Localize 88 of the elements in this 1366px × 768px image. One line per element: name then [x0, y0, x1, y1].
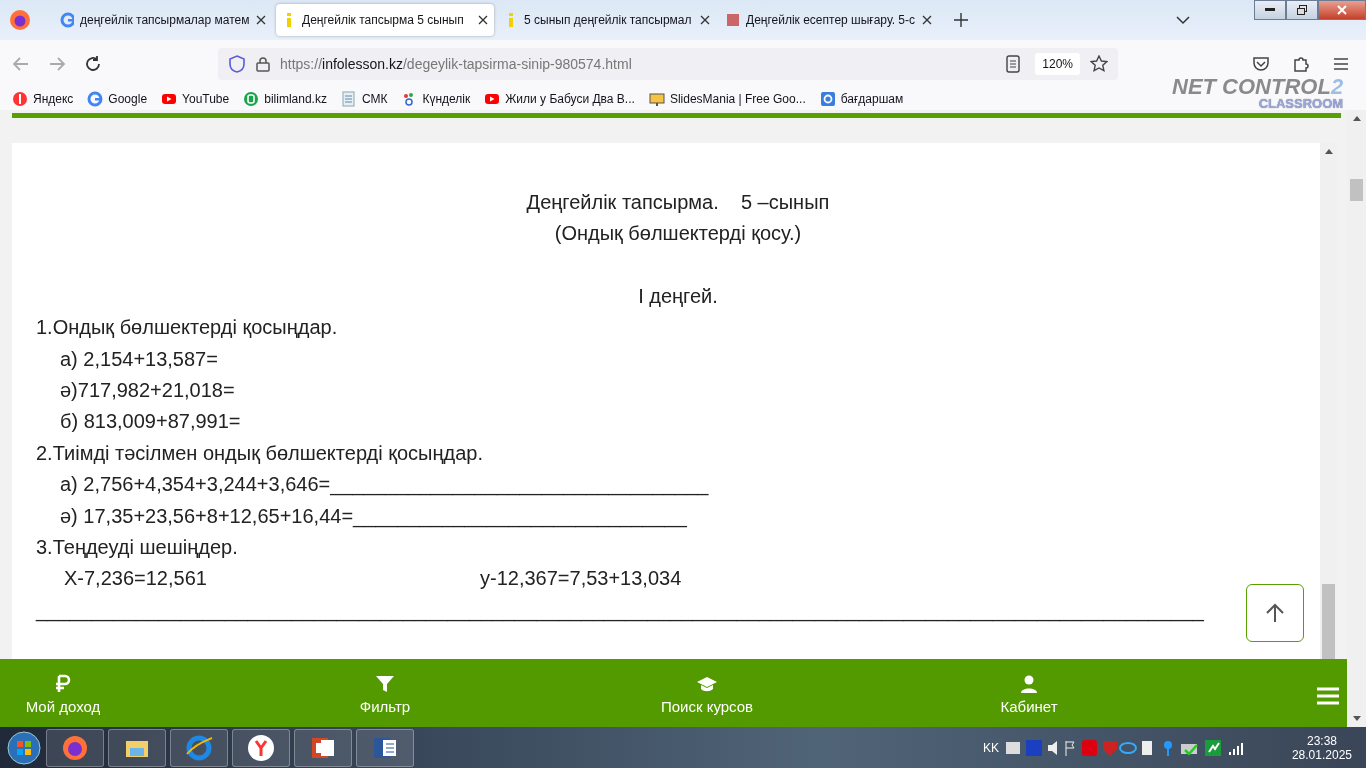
bookmark-link[interactable]: Google	[87, 91, 148, 107]
task-text: 3.Теңдеуді шешіңдер.	[36, 535, 238, 561]
browser-tab[interactable]: 5 сынып деңгейлік тапсырмал	[498, 4, 716, 36]
app-icon	[185, 733, 213, 762]
scroll-thumb[interactable]	[1322, 584, 1335, 659]
lock-icon[interactable]	[256, 56, 270, 72]
puzzle-icon[interactable]	[1292, 55, 1310, 73]
bookmark-link[interactable]: bilimland.kz	[243, 91, 327, 107]
exercise-text: а) 2,154+13,587=	[59, 346, 218, 372]
bookmark-link[interactable]: бағдаршам	[819, 91, 904, 107]
favicon-icon	[87, 91, 104, 107]
nav-item[interactable]: Фильтр	[322, 674, 448, 715]
task-text: _________________________________________________________________________________________________________	[36, 597, 1204, 624]
close-icon[interactable]	[478, 15, 488, 25]
document-title: (Ондық бөлшектерді қосу.)	[553, 221, 803, 247]
chevron-down-icon[interactable]	[1176, 15, 1190, 25]
browser-tab[interactable]: Деңгейлік тапсырма 5 сынып	[276, 4, 494, 36]
taskbar-app-button[interactable]	[170, 728, 228, 767]
favicon-icon	[243, 91, 260, 107]
shield-icon[interactable]	[228, 55, 246, 73]
document-title: Деңгейлік тапсырма. 5 –сынып	[525, 190, 831, 215]
nav-item[interactable]: Кабинет	[966, 674, 1092, 715]
language-indicator[interactable]: KK	[982, 740, 999, 755]
bookmark-link[interactable]: Жили у Бабуси Два В...	[484, 91, 635, 107]
favicon-icon	[726, 12, 740, 28]
taskbar-app-button[interactable]	[232, 728, 290, 767]
user-icon	[1019, 674, 1039, 694]
favicon-icon	[340, 91, 357, 107]
filter-icon	[375, 674, 395, 694]
taskbar-app-button[interactable]	[46, 728, 104, 767]
bookmark-link[interactable]: Күнделік	[401, 91, 471, 107]
exercise-text: а) 2,756+4,354+3,244+3,646=__________________________________	[59, 472, 709, 498]
browser-tab[interactable]: Деңгейлік есептер шығару. 5-с	[720, 4, 938, 36]
favicon-icon	[484, 91, 501, 107]
favicon-icon	[819, 91, 836, 107]
browser-tab[interactable]: деңгейлік тапсырмалар матем	[54, 4, 272, 36]
close-icon[interactable]	[256, 15, 266, 25]
app-icon	[247, 733, 275, 762]
bookmark-link[interactable]: YouTube	[161, 91, 230, 107]
bookmark-link[interactable]: SlidesMania | Free Goo...	[648, 91, 806, 107]
minimize-button[interactable]	[1254, 0, 1286, 20]
menu-icon[interactable]	[1332, 55, 1350, 73]
exercise-text: ә) 17,35+23,56+8+12,65+16,44=______________________________	[59, 503, 687, 530]
favicon-icon	[12, 91, 28, 107]
close-icon[interactable]	[922, 15, 932, 25]
zoom-level-button[interactable]: 120%	[1035, 53, 1080, 75]
new-tab-icon[interactable]	[954, 13, 968, 27]
minimize-icon	[1265, 8, 1275, 12]
star-icon[interactable]	[1090, 55, 1108, 73]
favicon-icon	[648, 91, 665, 107]
scroll-to-top-button[interactable]	[1246, 584, 1304, 642]
restore-button[interactable]	[1286, 0, 1318, 20]
overlay-logo-subtitle: CLASSROOM	[1258, 96, 1344, 111]
arrow-up-icon	[1264, 602, 1286, 624]
level-heading: I деңгей.	[637, 283, 719, 309]
nav-item[interactable]: Поиск курсов	[644, 674, 770, 715]
bookmark-link[interactable]: СМК	[340, 91, 388, 107]
pocket-icon[interactable]	[1252, 55, 1270, 73]
exercise-text: б) 813,009+87,991=	[59, 409, 241, 435]
taskbar-app-button[interactable]	[356, 728, 414, 767]
start-button[interactable]	[6, 729, 42, 766]
taskbar-app-button[interactable]	[294, 728, 352, 767]
bookmark-link[interactable]: Яндекс	[12, 91, 74, 107]
close-icon[interactable]	[700, 15, 710, 25]
nav-item[interactable]: Мой доход	[0, 674, 126, 715]
graduation-cap-icon	[697, 674, 717, 694]
equation-text: у-12,367=7,53+13,034	[480, 566, 682, 592]
exercise-text: ә)717,982+21,018=	[59, 378, 235, 404]
close-button[interactable]	[1318, 0, 1366, 20]
overlay-logo-text: NET CONTROL2	[1172, 74, 1344, 99]
scroll-thumb[interactable]	[1350, 179, 1363, 201]
close-icon	[1337, 5, 1347, 15]
favicon-icon	[161, 91, 178, 107]
menu-icon[interactable]	[1317, 687, 1339, 705]
task-text: 1.Ондық бөлшектерді қосыңдар.	[36, 315, 338, 341]
clock-time[interactable]: 23:38	[1306, 733, 1337, 748]
reader-view-icon[interactable]	[1005, 55, 1022, 73]
taskbar-app-button[interactable]	[108, 728, 166, 767]
address-bar[interactable]: https://infolesson.kz/degeylik-tapsirma-sinip-980574.html 120%	[218, 48, 1118, 80]
task-text: 2.Тиімді тәсілмен ондық бөлшектерді қосыңдар.	[36, 440, 483, 466]
restore-icon	[1297, 5, 1307, 15]
url-text: https://infolesson.kz/degeylik-tapsirma-sinip-980574.html	[280, 56, 632, 72]
browser-logo-icon[interactable]	[8, 8, 32, 32]
equation-text: Х-7,236=12,561	[64, 566, 208, 592]
ruble-icon	[53, 674, 73, 694]
favicon-icon	[60, 12, 74, 28]
clock-date[interactable]: 28.01.2025	[1291, 747, 1352, 762]
app-icon	[61, 733, 89, 762]
